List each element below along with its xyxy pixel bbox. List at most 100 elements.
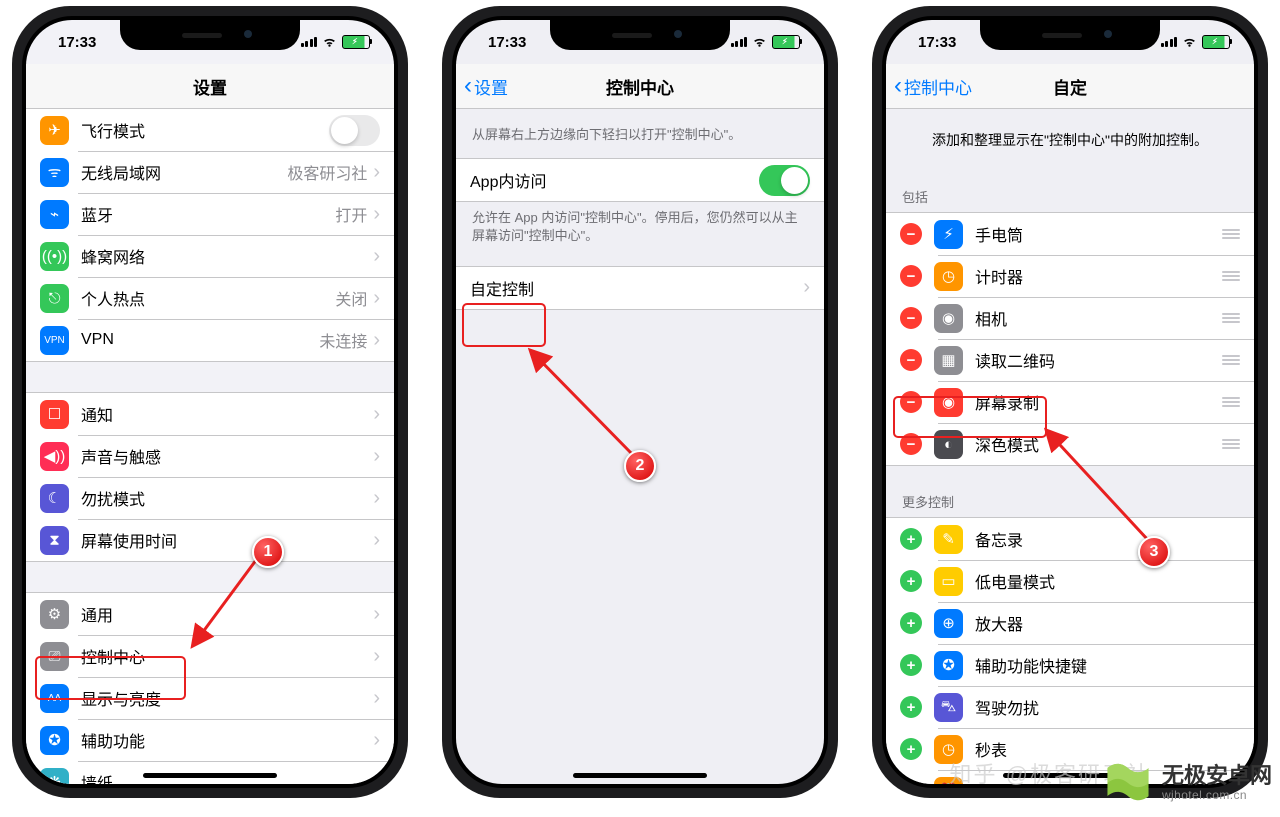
row-customize-controls[interactable]: 自定控制 › (456, 267, 824, 309)
row-label: 屏幕录制 (975, 390, 1214, 414)
row-vpn[interactable]: VPNVPN未连接› (26, 319, 394, 361)
row-general[interactable]: ⚙通用› (26, 593, 394, 635)
row-label: 放大器 (975, 611, 1240, 635)
add-button[interactable]: + (900, 738, 922, 760)
drag-handle-icon[interactable] (1222, 439, 1240, 449)
home-indicator[interactable] (143, 773, 277, 778)
chevron-right-icon: › (373, 645, 380, 668)
signal-icon (731, 37, 748, 47)
remove-button[interactable]: − (900, 307, 922, 329)
drag-handle-icon[interactable] (1222, 229, 1240, 239)
chevron-right-icon: › (373, 687, 380, 710)
watermark-brand: 无极安卓网 wjhotel.com.cn (1100, 755, 1272, 811)
row-sounds[interactable]: ◀))声音与触感› (26, 435, 394, 477)
notifications-icon: ☐ (40, 400, 69, 429)
display-icon: AA (40, 684, 69, 713)
row-notes[interactable]: +✎备忘录 (886, 518, 1254, 560)
screen-control-center: 17:33 ⚡︎ ‹设置 控制中心 从屏幕右上方边缘向下轻扫以打开"控制中心"。… (456, 20, 824, 784)
row-camera[interactable]: −◉相机 (886, 297, 1254, 339)
row-detail: 关闭 (335, 286, 367, 310)
back-button[interactable]: ‹设置 (464, 64, 508, 108)
row-bluetooth[interactable]: ⌁蓝牙打开› (26, 193, 394, 235)
battery-icon: ⚡︎ (342, 35, 370, 49)
row-qrcode[interactable]: −▦读取二维码 (886, 339, 1254, 381)
notch (980, 20, 1160, 50)
row-screen-record[interactable]: −◉ 屏幕录制 (886, 381, 1254, 423)
toggle[interactable] (329, 115, 380, 146)
row-cellular[interactable]: ((•))蜂窝网络› (26, 235, 394, 277)
drag-handle-icon[interactable] (1222, 355, 1240, 365)
row-hotspot[interactable]: ⎋个人热点关闭› (26, 277, 394, 319)
row-label: 声音与触感 (81, 444, 373, 468)
row-label: 个人热点 (81, 286, 335, 310)
remove-button[interactable]: − (900, 265, 922, 287)
row-label: 深色模式 (975, 432, 1214, 456)
row-detail: 未连接 (319, 328, 367, 352)
row-label: 备忘录 (975, 527, 1240, 551)
row-notifications[interactable]: ☐通知› (26, 393, 394, 435)
bluetooth-icon: ⌁ (40, 200, 69, 229)
row-accessibility-shortcut[interactable]: +✪辅助功能快捷键 (886, 644, 1254, 686)
wifi-icon (752, 36, 767, 48)
chevron-right-icon: › (373, 529, 380, 552)
row-wifi[interactable]: ᯤ无线局域网极客研习社› (26, 151, 394, 193)
remove-button[interactable]: − (900, 223, 922, 245)
add-button[interactable]: + (900, 780, 922, 784)
remove-button[interactable]: − (900, 391, 922, 413)
add-button[interactable]: + (900, 612, 922, 634)
add-button[interactable]: + (900, 570, 922, 592)
row-detail: 极客研习社 (287, 160, 367, 184)
row-airplane[interactable]: ✈飞行模式 (26, 109, 394, 151)
brand-name: 无极安卓网 (1162, 764, 1272, 788)
row-timer[interactable]: −◷计时器 (886, 255, 1254, 297)
add-button[interactable]: + (900, 654, 922, 676)
drag-handle-icon[interactable] (1222, 397, 1240, 407)
group-notifications: ☐通知›◀))声音与触感›☾勿扰模式›⧗屏幕使用时间› (26, 392, 394, 562)
row-dark-mode[interactable]: −◐深色模式 (886, 423, 1254, 465)
add-button[interactable]: + (900, 696, 922, 718)
battery-icon: ⚡︎ (772, 35, 800, 49)
wallpaper-icon: ❋ (40, 768, 69, 785)
row-label: 屏幕使用时间 (81, 528, 373, 552)
notch (550, 20, 730, 50)
remove-button[interactable]: − (900, 349, 922, 371)
row-label: 显示与亮度 (81, 686, 373, 710)
hotspot-icon: ⎋ (40, 284, 69, 313)
row-label: 控制中心 (81, 644, 373, 668)
chevron-right-icon: › (373, 161, 380, 184)
row-driving-dnd[interactable]: +⛍驾驶勿扰 (886, 686, 1254, 728)
magnifier-icon: ⊕ (934, 609, 963, 638)
row-flashlight[interactable]: −⚡︎手电筒 (886, 213, 1254, 255)
screen-record-icon: ◉ (934, 388, 963, 417)
row-dnd[interactable]: ☾勿扰模式› (26, 477, 394, 519)
row-screentime[interactable]: ⧗屏幕使用时间› (26, 519, 394, 561)
row-magnifier[interactable]: + ⊕ 放大器 (886, 602, 1254, 644)
airplane-icon: ✈ (40, 116, 69, 145)
screen-customize: 17:33 ⚡︎ ‹控制中心 自定 添加和整理显示在"控制中心"中的附加控制。 … (886, 20, 1254, 784)
home-indicator[interactable] (573, 773, 707, 778)
drag-handle-icon[interactable] (1222, 271, 1240, 281)
row-lowpower[interactable]: +▭低电量模式 (886, 560, 1254, 602)
chevron-right-icon: › (373, 729, 380, 752)
row-label: 读取二维码 (975, 348, 1214, 372)
row-label: 蜂窝网络 (81, 244, 373, 268)
row-label: 辅助功能 (81, 728, 373, 752)
add-button[interactable]: + (900, 528, 922, 550)
brand-url: wjhotel.com.cn (1162, 789, 1272, 802)
row-control-center[interactable]: ⎚控制中心› (26, 635, 394, 677)
remove-button[interactable]: − (900, 433, 922, 455)
row-label: 驾驶勿扰 (975, 695, 1240, 719)
back-button[interactable]: ‹控制中心 (894, 64, 972, 108)
row-app-access[interactable]: App内访问 (456, 159, 824, 201)
dnd-icon: ☾ (40, 484, 69, 513)
drag-handle-icon[interactable] (1222, 313, 1240, 323)
page-title: 控制中心 (606, 74, 674, 99)
row-label: 通用 (81, 602, 373, 626)
row-label: 手电筒 (975, 222, 1214, 246)
toggle-app-access[interactable] (759, 165, 810, 196)
chevron-right-icon: › (373, 245, 380, 268)
row-accessibility[interactable]: ✪辅助功能› (26, 719, 394, 761)
chevron-right-icon: › (803, 276, 810, 299)
row-display[interactable]: AA 显示与亮度› (26, 677, 394, 719)
description: 添加和整理显示在"控制中心"中的附加控制。 (886, 108, 1254, 173)
